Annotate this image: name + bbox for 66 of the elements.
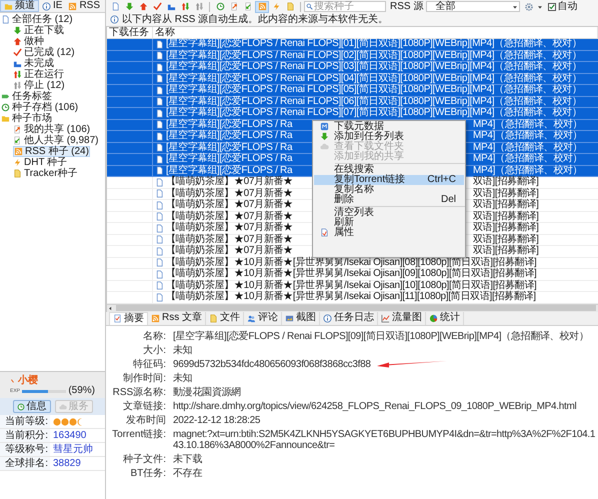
field-value: 未知 [173,372,192,384]
stat-label: 等级称号: [0,443,50,456]
row-name: 【喵萌奶茶屋】★10月新番★[异世界舅舅/Isekai Ojisan][11][1080p][简日双语][招募翻译] [166,292,536,302]
field-label: 种子文件: [122,454,166,464]
field-label: 发布时间 [125,414,166,426]
field-value: 未知 [173,344,192,356]
row-name: [星空字幕组][恋爱FLOPS / Renai FLOPS][01][简日双语][1080P][WEBrip][MP4]（急招翻译、校对） [166,39,582,50]
row-name: 【喵萌奶茶屋】★07月新番★ [166,210,293,222]
row-name: [星空字幕组][恋爱FLOPS / Renai FLOPS][04][简日双语][1080P][WEBrip][MP4]（急招翻译、校对） [166,74,582,84]
row-name: 双语][招募翻译] [473,246,539,256]
stat-label: 当前等级: [0,415,50,428]
row-name: [星空字幕组][恋爱FLOPS / Ra [166,153,292,164]
row-name: [星空字幕组][恋爱FLOPS / Renai FLOPS][02][简日双语][1080P][WEBrip][MP4]（急招翻译、校对） [166,50,582,61]
row-name: [星空字幕组][恋爱FLOPS / Ra [166,130,292,142]
field-value: [星空字幕组][恋爱FLOPS / Renai FLOPS][09][简日双语][1080P][WEBrip][MP4]（急招翻译、校对） [173,330,589,342]
field-label: 大小: [142,344,166,356]
row-name: 【喵萌奶茶屋】★10月新番★[异世界舅舅/Isekai Ojisan][10][1080p][简日双语][招募翻译] [166,280,536,291]
field-label: RSS源名称: [112,386,166,398]
row-name: 【喵萌奶茶屋】★10月新番★[异世界舅舅/Isekai Ojisan][09][1080p][简日双语][招募翻译] [166,269,536,280]
source-label: RSS 源 [390,2,424,12]
row-name: 双语][招募翻译] [473,177,539,188]
row-name: [星空字幕组][恋爱FLOPS / Renai FLOPS][06][简日双语][1080P][WEBrip][MP4]（急招翻译、校对） [166,96,582,107]
field-value: 未下载 [173,454,202,464]
row-name: [星空字幕组][恋爱FLOPS / Renai FLOPS][05][简日双语][1080P][WEBrip][MP4]（急招翻译、校对） [166,85,582,96]
field-value: 動漫花園資源網 [173,386,241,398]
stat-value: 38829 [53,458,81,468]
row-name: 【喵萌奶茶屋】★07月新番★ [166,234,293,245]
stat-value: 彗星元帅 [53,444,93,454]
row-name: 【喵萌奶茶屋】★07月新番★ [166,188,293,199]
row-name: 【喵萌奶茶屋】★07月新番★ [166,245,293,256]
user-name: 小樱 [18,376,38,386]
checkbox-label: 自动 [557,2,578,12]
row-name: MP4]（急招翻译、校对） [473,120,582,130]
row-name: 双语][招募翻译] [473,223,539,234]
row-name: 双语][招募翻译] [473,212,539,222]
row-name: 【喵萌奶茶屋】★07月新番★ [166,222,293,234]
field-value: magnet:?xt=urn:btih:S2M5K4ZLKNH5YSAGKYET6BUPHBUMYP4I&dn=&tr=http%3A%2F%2F104.143.10.186%3A8000%2Fannounce&tr= [173,428,596,450]
row-name: 【喵萌奶茶屋】★07月新番★ [166,176,293,188]
row-name: [星空字幕组][恋爱FLOPS / Ra [166,164,292,176]
field-label: 特征码: [132,358,166,370]
stat-value: 163490 [53,430,86,440]
field-value: 2022-12-12 18:28:25 [173,414,260,426]
field-label: 名称: [142,330,166,342]
row-name: MP4]（急招翻译、校对） [473,154,582,164]
row-name: [星空字幕组][恋爱FLOPS / Renai FLOPS][03][简日双语][1080P][WEBrip][MP4]（急招翻译、校对） [166,62,582,72]
row-name: [星空字幕组][恋爱FLOPS / Ra [166,142,292,153]
field-value: 不存在 [173,468,202,478]
row-name: MP4]（急招翻译、校对） [473,166,582,176]
field-label: 制作时间: [122,372,166,384]
row-name: 双语][招募翻译] [473,200,539,210]
info-message: 以下内容从 RSS 源自动生成。此内容的来源与本软件无关。 [122,14,388,24]
row-name: MP4]（急招翻译、校对） [473,142,582,153]
row-name: 双语][招募翻译] [473,188,539,199]
stat-label: 全球排名: [0,457,50,470]
row-name: MP4]（急招翻译、校对） [473,131,582,142]
row-name: 【喵萌奶茶屋】★07月新番★ [166,199,293,210]
field-label: Torrent链接: [111,428,166,442]
progress-percent: (59%) [68,386,95,396]
field-label: BT任务: [129,468,166,478]
field-value: 9699d5732b534fdc480656093f068f3868cc3f88 [173,358,371,370]
stat-label: 当前积分: [0,429,50,442]
row-name: [星空字幕组][恋爱FLOPS / Renai FLOPS][07][简日双语][1080P][WEBrip][MP4]（急招翻译、校对） [166,108,582,118]
field-label: 文章链接: [122,400,166,412]
row-name: 双语][招募翻译] [473,234,539,245]
row-name: [星空字幕组][恋爱FLOPS / Ra [166,118,292,130]
field-value: http://share.dmhy.org/topics/view/624258_FLOPS_Renai_FLOPS_09_1080P_WEBrip_MP4.html [173,400,576,412]
